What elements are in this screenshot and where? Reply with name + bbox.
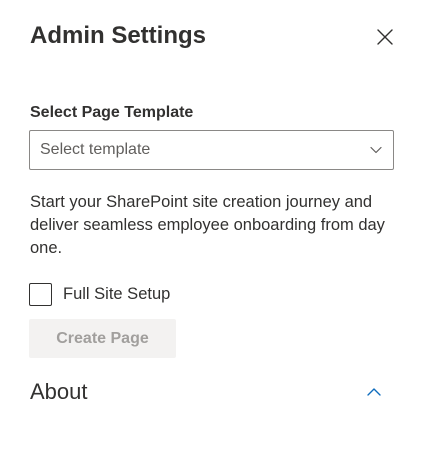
chevron-down-icon	[370, 146, 382, 154]
full-site-setup-label: Full Site Setup	[63, 284, 171, 303]
close-icon	[377, 29, 393, 45]
checkbox-box[interactable]	[29, 282, 52, 306]
full-site-setup-checkbox[interactable]: Full Site Setup	[29, 281, 170, 307]
admin-settings-panel: Admin Settings Select Page Template Sele…	[0, 0, 421, 454]
description-text: Start your SharePoint site creation jour…	[30, 193, 385, 257]
panel-title: Admin Settings	[30, 22, 207, 49]
close-button[interactable]	[370, 22, 400, 52]
about-section-header[interactable]: About	[29, 375, 391, 409]
create-page-button[interactable]: Create Page	[29, 319, 176, 358]
about-title: About	[30, 379, 88, 404]
template-dropdown[interactable]: Select template	[29, 130, 394, 170]
chevron-up-icon	[367, 388, 381, 396]
template-dropdown-placeholder: Select template	[40, 141, 151, 158]
template-select-label: Select Page Template	[30, 104, 194, 121]
